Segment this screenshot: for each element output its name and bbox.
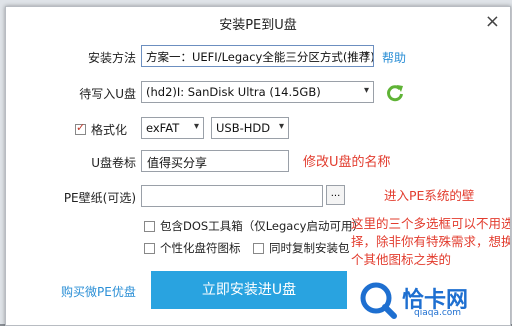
wallpaper-input[interactable]: [141, 185, 323, 207]
copy-package-label: 同时复制安装包: [269, 241, 350, 255]
target-disk-label: 待写入U盘: [79, 87, 136, 101]
format-checkbox[interactable]: [75, 121, 86, 135]
target-disk-select[interactable]: (hd2)I: SanDisk Ultra (14.5GB) ▾: [141, 81, 374, 103]
magnifier-logo-icon: [360, 282, 397, 319]
wallpaper-label: PE壁纸(可选): [63, 191, 136, 205]
filesystem-value: exFAT: [146, 121, 180, 135]
install-now-button[interactable]: 立即安装进U盘: [151, 271, 347, 309]
boot-mode-value: USB-HDD: [216, 121, 271, 135]
refresh-icon[interactable]: [385, 83, 405, 103]
custom-icon-checkbox[interactable]: [144, 243, 155, 254]
install-method-select[interactable]: 方案一：UEFI/Legacy全能三分区方式(推荐) ▾: [141, 45, 374, 67]
target-disk-value: (hd2)I: SanDisk Ultra (14.5GB): [146, 85, 321, 99]
close-icon[interactable]: ×: [485, 11, 500, 32]
filesystem-select[interactable]: exFAT ▾: [141, 117, 204, 139]
dos-toolbox-checkbox[interactable]: [144, 221, 155, 232]
volume-note: 修改U盘的名称: [303, 155, 391, 170]
title-bar: 安装PE到U盘 ×: [6, 7, 510, 37]
chevron-down-icon: ▾: [363, 85, 369, 96]
chevron-down-icon: ▾: [278, 121, 284, 132]
browse-button[interactable]: ...: [326, 185, 345, 205]
boot-mode-select[interactable]: USB-HDD ▾: [211, 117, 289, 139]
dos-toolbox-label: 包含DOS工具箱（仅Legacy启动可用）: [160, 219, 364, 233]
window-title: 安装PE到U盘: [219, 18, 297, 33]
install-method-value: 方案一：UEFI/Legacy全能三分区方式(推荐): [146, 50, 374, 64]
options-note: 这里的三个多选框可以不用选择，除非你有特殊需求，想换个其他图标之类的: [351, 216, 511, 267]
chevron-down-icon: ▾: [363, 49, 369, 60]
volume-label-input[interactable]: 值得买分享: [141, 150, 289, 172]
watermark-domain: qiaqa.com: [414, 308, 462, 318]
buy-pe-usb-link[interactable]: 购买微PE优盘: [61, 283, 136, 300]
custom-icon-label: 个性化盘符图标: [160, 241, 241, 255]
copy-package-checkbox[interactable]: [253, 243, 264, 254]
help-link[interactable]: 帮助: [382, 49, 406, 66]
volume-label-label: U盘卷标: [91, 156, 136, 170]
chevron-down-icon: ▾: [193, 121, 199, 132]
site-watermark: 恰卡网 qiaqa.com: [358, 280, 508, 320]
install-pe-dialog: 安装PE到U盘 × 安装方法 方案一：UEFI/Legacy全能三分区方式(推荐…: [5, 6, 511, 326]
format-label: 格式化: [91, 123, 128, 137]
install-method-label: 安装方法: [87, 51, 136, 65]
wallpaper-note: 进入PE系统的壁: [384, 188, 475, 203]
